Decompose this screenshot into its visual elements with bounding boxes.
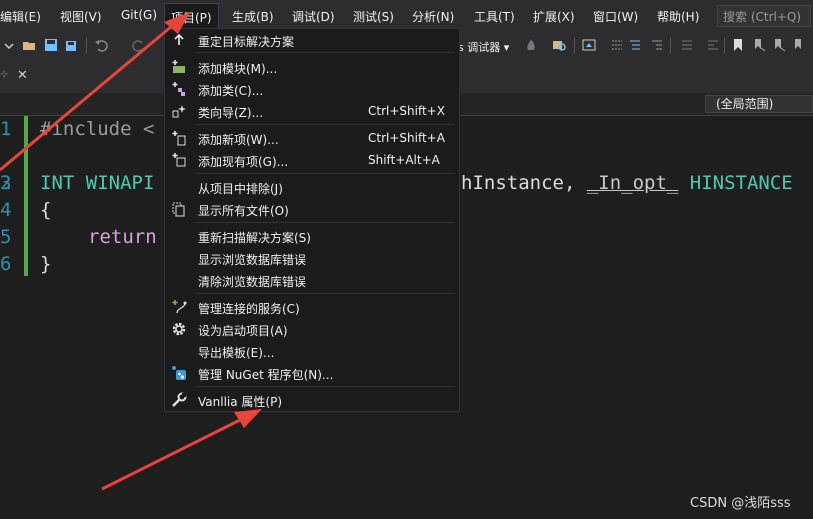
annotation-arrow-to-project-menu — [0, 12, 190, 172]
annotation-arrow-to-properties — [101, 409, 262, 491]
annotation-arrows — [0, 12, 262, 491]
watermark: CSDN @浅陌sss — [690, 496, 791, 511]
